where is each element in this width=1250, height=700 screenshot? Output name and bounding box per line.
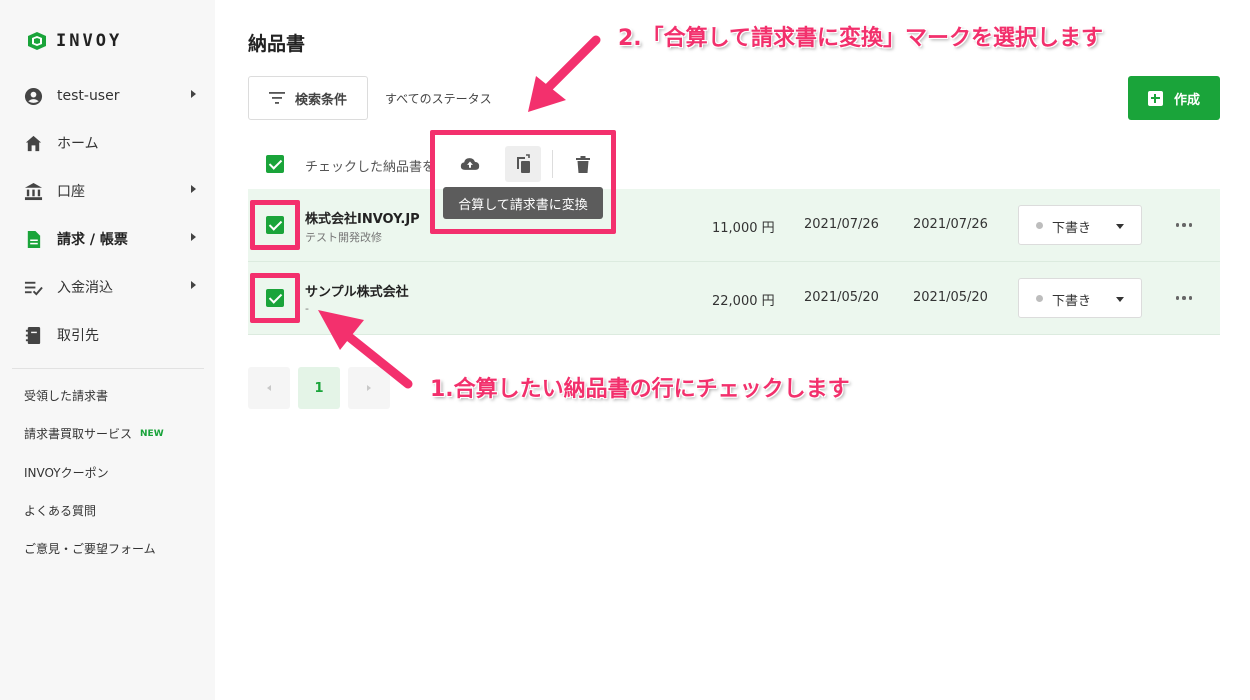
sidebar-link-faq[interactable]: よくある質問	[24, 502, 96, 519]
logo[interactable]: INVOY	[26, 30, 122, 52]
chevron-right-icon	[367, 385, 371, 391]
issue-date: 2021/05/20	[804, 290, 879, 305]
link-label: 受領した請求書	[24, 389, 109, 403]
sidebar-link-factoring[interactable]: 請求書買取サービス NEW	[24, 425, 164, 442]
sidebar-item-user[interactable]: test-user	[24, 84, 196, 108]
sidebar-item-label: 入金消込	[57, 280, 113, 296]
status-dot	[1036, 222, 1043, 229]
checklist-icon	[24, 281, 43, 296]
amount: 22,000 円	[712, 294, 775, 309]
highlight-box-row2-checkbox	[250, 273, 300, 323]
sidebar-item-payment-matching[interactable]: 入金消込	[24, 275, 196, 299]
search-button-label: 検索条件	[294, 92, 347, 108]
annotation-step2: 2.「合算して請求書に変換」マークを選択します	[618, 26, 1104, 51]
sidebar-link-coupon[interactable]: INVOYクーポン	[24, 464, 109, 481]
document-icon	[27, 230, 41, 248]
caret-down-icon	[1116, 297, 1124, 302]
status-dot	[1036, 295, 1043, 302]
filter-icon	[268, 92, 285, 104]
arrow-to-merge-icon	[528, 35, 601, 112]
link-label: よくある質問	[24, 504, 97, 518]
annotation-step1: 1.合算したい納品書の行にチェックします	[430, 377, 850, 402]
search-conditions-button[interactable]: 検索条件	[248, 76, 368, 120]
delivery-date: 2021/05/20	[913, 290, 988, 305]
status-value: 下書き	[1052, 221, 1092, 236]
more-horizontal-icon	[1175, 296, 1180, 300]
account-circle-icon	[24, 87, 43, 105]
sidebar-item-label: 取引先	[57, 328, 99, 344]
bank-icon	[24, 182, 43, 200]
sidebar-item-billing[interactable]: 請求 / 帳票	[24, 227, 196, 251]
prev-page-button[interactable]	[248, 367, 290, 409]
sidebar-divider	[12, 368, 204, 369]
row-divider	[248, 334, 1220, 335]
create-button-label: 作成	[1173, 92, 1200, 108]
sidebar-item-partners[interactable]: 取引先	[24, 323, 196, 347]
link-label: ご意見・ご要望フォーム	[24, 542, 156, 556]
delivery-date: 2021/07/26	[913, 217, 988, 232]
sidebar-link-feedback[interactable]: ご意見・ご要望フォーム	[24, 540, 156, 557]
more-options-button[interactable]	[1172, 288, 1196, 308]
company-name[interactable]: 株式会社INVOY.JP	[305, 208, 420, 227]
link-label: INVOYクーポン	[24, 466, 109, 480]
sidebar-item-label: ホーム	[57, 136, 99, 152]
sidebar-item-bank[interactable]: 口座	[24, 179, 196, 203]
status-filter-text[interactable]: すべてのステータス	[385, 90, 492, 107]
chevron-right-icon	[191, 90, 196, 98]
highlight-box-merge-action	[430, 130, 616, 234]
sidebar: INVOY test-user ホーム 口座 請求 / 帳票 入金消込 取引先 …	[0, 0, 215, 700]
invoy-logo-icon	[28, 32, 46, 50]
document-subject: -	[305, 302, 309, 315]
sidebar-item-label: 口座	[57, 184, 85, 200]
add-box-icon	[1147, 90, 1163, 106]
more-options-button[interactable]	[1172, 215, 1196, 235]
chevron-right-icon	[191, 233, 196, 241]
sidebar-item-label: 請求 / 帳票	[57, 232, 128, 248]
select-all-checkbox[interactable]	[266, 155, 284, 173]
chevron-right-icon	[191, 281, 196, 289]
sidebar-item-label: test-user	[57, 88, 120, 104]
highlight-box-row1-checkbox	[250, 200, 300, 250]
status-value: 下書き	[1052, 294, 1092, 309]
page-title: 納品書	[248, 33, 306, 55]
logo-text: INVOY	[56, 31, 123, 51]
chevron-right-icon	[191, 185, 196, 193]
company-name[interactable]: サンプル株式会社	[305, 281, 409, 300]
sidebar-link-received-invoices[interactable]: 受領した請求書	[24, 387, 108, 404]
link-label: 請求書買取サービス	[24, 427, 133, 441]
chevron-left-icon	[267, 385, 271, 391]
caret-down-icon	[1116, 224, 1124, 229]
bulk-action-label: チェックした納品書を	[305, 160, 436, 175]
document-subject: テスト開発改修	[305, 231, 382, 244]
create-button[interactable]: 作成	[1128, 76, 1220, 120]
contacts-book-icon	[25, 326, 41, 344]
status-select[interactable]: 下書き	[1018, 278, 1142, 318]
status-select[interactable]: 下書き	[1018, 205, 1142, 245]
home-icon	[25, 135, 42, 151]
issue-date: 2021/07/26	[804, 217, 879, 232]
page-button-current[interactable]: 1	[298, 367, 340, 409]
amount: 11,000 円	[712, 221, 775, 236]
sidebar-item-home[interactable]: ホーム	[24, 131, 196, 155]
more-horizontal-icon	[1175, 223, 1180, 227]
new-badge: NEW	[140, 428, 164, 439]
next-page-button[interactable]	[348, 367, 390, 409]
